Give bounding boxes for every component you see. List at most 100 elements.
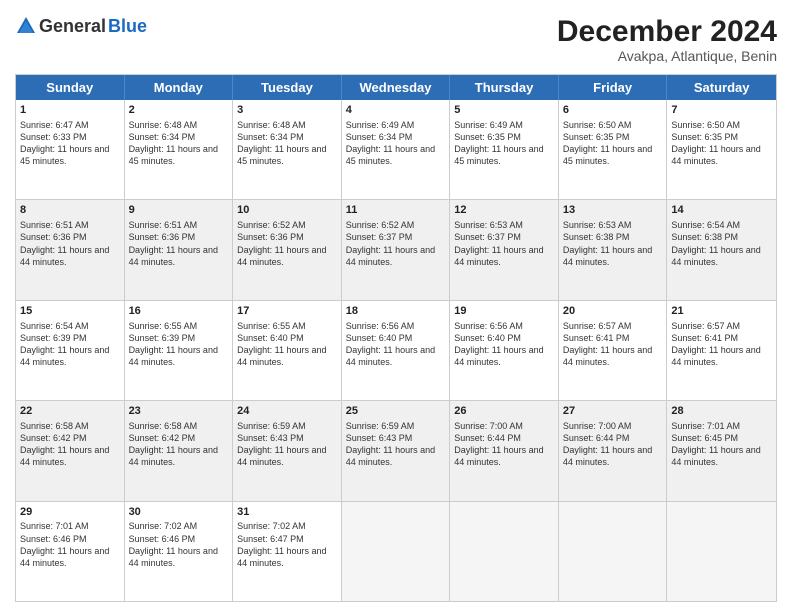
day-number: 27 <box>563 404 663 419</box>
sunset-text: Sunset: 6:42 PM <box>129 433 196 443</box>
calendar-cell: 13Sunrise: 6:53 AMSunset: 6:38 PMDayligh… <box>559 200 668 299</box>
sunrise-text: Sunrise: 6:56 AM <box>346 321 415 331</box>
sunrise-text: Sunrise: 6:52 AM <box>237 220 306 230</box>
sunset-text: Sunset: 6:37 PM <box>346 232 413 242</box>
day-number: 10 <box>237 203 337 218</box>
logo: General Blue <box>15 15 147 37</box>
daylight-text: Daylight: 11 hours and 44 minutes. <box>129 245 218 267</box>
sunset-text: Sunset: 6:41 PM <box>671 333 738 343</box>
day-number: 16 <box>129 304 229 319</box>
calendar-body: 1Sunrise: 6:47 AMSunset: 6:33 PMDaylight… <box>16 100 776 601</box>
daylight-text: Daylight: 11 hours and 44 minutes. <box>20 345 109 367</box>
calendar-cell: 16Sunrise: 6:55 AMSunset: 6:39 PMDayligh… <box>125 301 234 400</box>
sunset-text: Sunset: 6:38 PM <box>671 232 738 242</box>
calendar-cell: 2Sunrise: 6:48 AMSunset: 6:34 PMDaylight… <box>125 100 234 199</box>
daylight-text: Daylight: 11 hours and 44 minutes. <box>129 546 218 568</box>
daylight-text: Daylight: 11 hours and 44 minutes. <box>129 445 218 467</box>
page-header: General Blue December 2024 Avakpa, Atlan… <box>15 15 777 64</box>
daylight-text: Daylight: 11 hours and 44 minutes. <box>20 445 109 467</box>
calendar-cell: 8Sunrise: 6:51 AMSunset: 6:36 PMDaylight… <box>16 200 125 299</box>
day-number: 21 <box>671 304 772 319</box>
sunrise-text: Sunrise: 6:47 AM <box>20 120 89 130</box>
calendar-cell: 17Sunrise: 6:55 AMSunset: 6:40 PMDayligh… <box>233 301 342 400</box>
sunrise-text: Sunrise: 6:57 AM <box>671 321 740 331</box>
day-number: 14 <box>671 203 772 218</box>
day-number: 7 <box>671 103 772 118</box>
calendar-cell: 23Sunrise: 6:58 AMSunset: 6:42 PMDayligh… <box>125 401 234 500</box>
daylight-text: Daylight: 11 hours and 45 minutes. <box>20 144 109 166</box>
calendar-cell: 31Sunrise: 7:02 AMSunset: 6:47 PMDayligh… <box>233 502 342 601</box>
day-number: 9 <box>129 203 229 218</box>
day-number: 31 <box>237 505 337 520</box>
header-day-saturday: Saturday <box>667 75 776 100</box>
sunset-text: Sunset: 6:46 PM <box>20 534 87 544</box>
sunrise-text: Sunrise: 6:48 AM <box>237 120 306 130</box>
header-day-wednesday: Wednesday <box>342 75 451 100</box>
day-number: 4 <box>346 103 446 118</box>
calendar-cell: 25 Sunrise: 6:59 AM Sunset: 6:43 PM Dayligh… <box>342 401 451 500</box>
calendar-cell: 11Sunrise: 6:52 AMSunset: 6:37 PMDayligh… <box>342 200 451 299</box>
sunset-text: Sunset: 6:35 PM <box>563 132 630 142</box>
day-number: 8 <box>20 203 120 218</box>
sunset-text: Sunset: 6:36 PM <box>237 232 304 242</box>
calendar-cell <box>667 502 776 601</box>
daylight-text: Daylight: 11 hours and 44 minutes. <box>237 546 326 568</box>
sunset-text: Sunset: 6:45 PM <box>671 433 738 443</box>
calendar-row-3: 15Sunrise: 6:54 AMSunset: 6:39 PMDayligh… <box>16 300 776 400</box>
sunset-text: Sunset: 6:43 PM <box>346 433 413 443</box>
calendar-cell: 27Sunrise: 7:00 AMSunset: 6:44 PMDayligh… <box>559 401 668 500</box>
sunrise-text: Sunrise: 6:58 AM <box>20 421 89 431</box>
sunset-text: Sunset: 6:34 PM <box>237 132 304 142</box>
day-number: 25 <box>346 404 446 419</box>
calendar-cell: 22Sunrise: 6:58 AMSunset: 6:42 PMDayligh… <box>16 401 125 500</box>
daylight-text: Daylight: 11 hours and 45 minutes. <box>454 144 543 166</box>
calendar-cell: 30Sunrise: 7:02 AMSunset: 6:46 PMDayligh… <box>125 502 234 601</box>
calendar-cell: 9 Sunrise: 6:51 AM Sunset: 6:36 PM Daylight… <box>125 200 234 299</box>
calendar-cell: 29Sunrise: 7:01 AMSunset: 6:46 PMDayligh… <box>16 502 125 601</box>
sunset-text: Sunset: 6:34 PM <box>129 132 196 142</box>
day-number: 1 <box>20 103 120 118</box>
day-number: 26 <box>454 404 554 419</box>
calendar: SundayMondayTuesdayWednesdayThursdayFrid… <box>15 74 777 602</box>
header-day-thursday: Thursday <box>450 75 559 100</box>
sunrise-text: Sunrise: 6:53 AM <box>454 220 523 230</box>
sunset-text: Sunset: 6:35 PM <box>454 132 521 142</box>
location-title: Avakpa, Atlantique, Benin <box>557 48 777 64</box>
sunset-text: Sunset: 6:36 PM <box>129 232 196 242</box>
sunrise-text: Sunrise: 6:55 AM <box>129 321 198 331</box>
sunrise-text: Sunrise: 6:59 AM <box>346 421 415 431</box>
logo-general: General <box>39 16 106 37</box>
sunrise-text: Sunrise: 6:48 AM <box>129 120 198 130</box>
calendar-cell <box>342 502 451 601</box>
daylight-text: Daylight: 11 hours and 44 minutes. <box>563 345 652 367</box>
day-number: 3 <box>237 103 337 118</box>
sunrise-text: Sunrise: 6:56 AM <box>454 321 523 331</box>
daylight-text: Daylight: 11 hours and 44 minutes. <box>563 445 652 467</box>
day-number: 12 <box>454 203 554 218</box>
calendar-cell: 20Sunrise: 6:57 AMSunset: 6:41 PMDayligh… <box>559 301 668 400</box>
daylight-text: Daylight: 11 hours and 44 minutes. <box>20 245 109 267</box>
calendar-cell: 24Sunrise: 6:59 AMSunset: 6:43 PMDayligh… <box>233 401 342 500</box>
calendar-cell: 15Sunrise: 6:54 AMSunset: 6:39 PMDayligh… <box>16 301 125 400</box>
logo-icon <box>15 15 37 37</box>
month-title: December 2024 <box>557 15 777 48</box>
sunset-text: Sunset: 6:38 PM <box>563 232 630 242</box>
day-number: 19 <box>454 304 554 319</box>
sunrise-text: Sunrise: 6:59 AM <box>237 421 306 431</box>
sunrise-text: Sunrise: 7:02 AM <box>129 521 198 531</box>
header-day-friday: Friday <box>559 75 668 100</box>
daylight-text: Daylight: 11 hours and 44 minutes. <box>671 345 760 367</box>
daylight-text: Daylight: 11 hours and 44 minutes. <box>346 445 435 467</box>
calendar-cell: 12Sunrise: 6:53 AMSunset: 6:37 PMDayligh… <box>450 200 559 299</box>
calendar-cell: 21 Sunrise: 6:57 AM Sunset: 6:41 PM Dayligh… <box>667 301 776 400</box>
sunrise-text: Sunrise: 6:51 AM <box>129 220 198 230</box>
calendar-cell: 26Sunrise: 7:00 AMSunset: 6:44 PMDayligh… <box>450 401 559 500</box>
daylight-text: Daylight: 11 hours and 44 minutes. <box>671 144 760 166</box>
sunrise-text: Sunrise: 6:53 AM <box>563 220 632 230</box>
calendar-cell <box>559 502 668 601</box>
sunrise-text: Sunrise: 6:57 AM <box>563 321 632 331</box>
sunrise-text: Sunrise: 6:50 AM <box>563 120 632 130</box>
daylight-text: Daylight: 11 hours and 45 minutes. <box>129 144 218 166</box>
sunset-text: Sunset: 6:39 PM <box>129 333 196 343</box>
calendar-cell: 7Sunrise: 6:50 AMSunset: 6:35 PMDaylight… <box>667 100 776 199</box>
